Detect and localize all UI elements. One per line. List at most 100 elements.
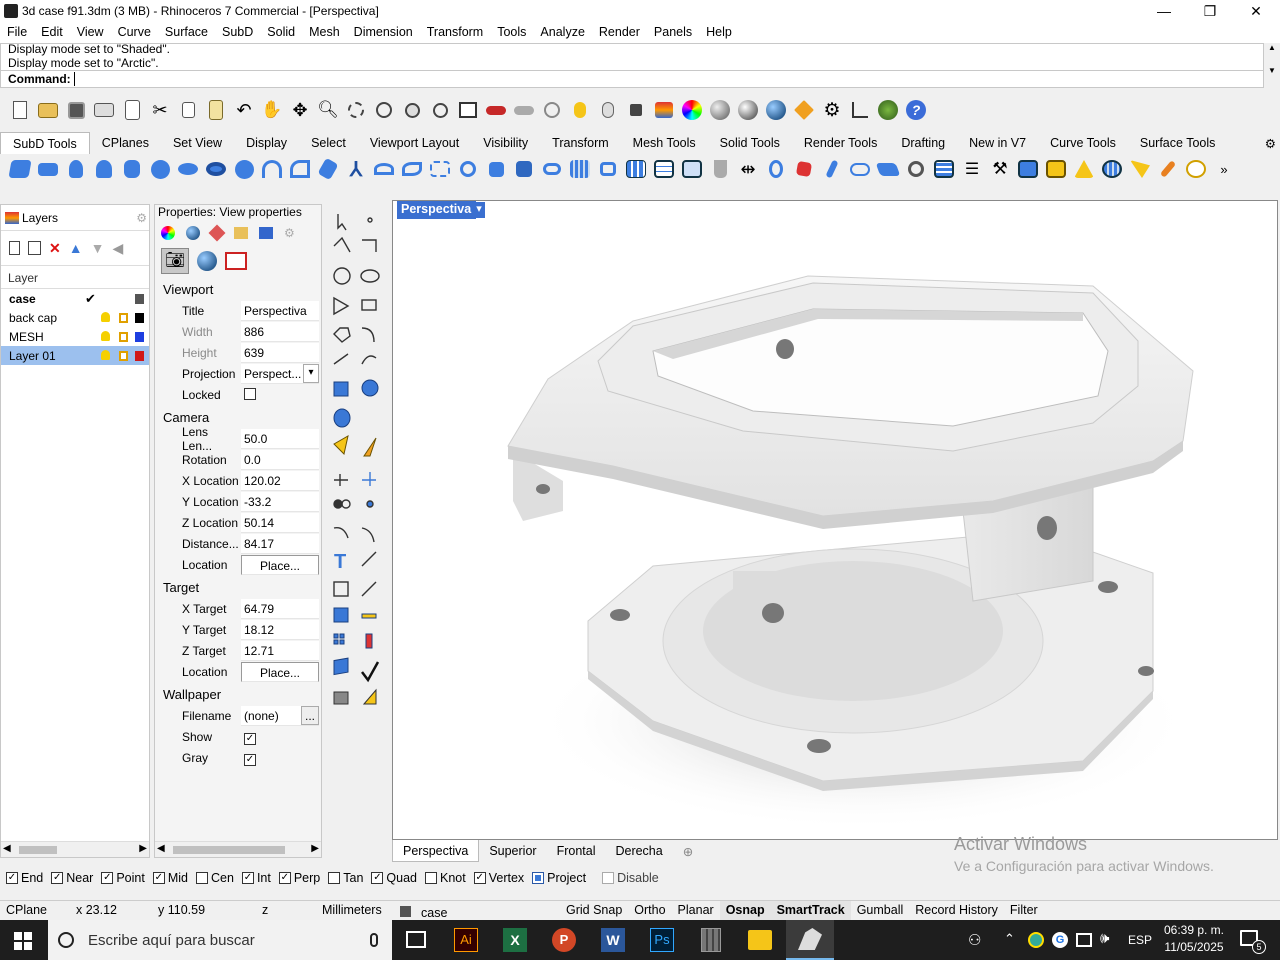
layer-color-swatch[interactable] <box>135 294 144 304</box>
open-folder-icon[interactable] <box>34 96 62 124</box>
menu-file[interactable]: File <box>0 23 34 43</box>
texture-tab-icon[interactable] <box>234 226 248 239</box>
vp-tab-frontal[interactable]: Frontal <box>547 840 606 862</box>
scroll-right-icon[interactable]: ▶ <box>311 843 319 854</box>
z-location-field[interactable]: 50.14 <box>241 512 319 533</box>
layer-unlocked-icon[interactable] <box>119 351 128 361</box>
subd-cylinder-flat-icon[interactable] <box>34 155 62 183</box>
toolbar-overflow-icon[interactable]: » <box>1210 155 1238 183</box>
viewport-title-field[interactable]: Perspectiva <box>241 300 319 321</box>
show-checkbox[interactable]: ✓ <box>244 732 256 745</box>
menu-curve[interactable]: Curve <box>111 23 158 43</box>
osnap-near[interactable]: ✓ Near <box>51 871 93 885</box>
layer-unlocked-icon[interactable] <box>119 313 128 323</box>
menu-render[interactable]: Render <box>592 23 647 43</box>
subd-crease-icon[interactable] <box>678 155 706 183</box>
subd-pen-icon[interactable] <box>818 155 846 183</box>
current-layer[interactable]: case <box>394 901 560 920</box>
viewport-height-field[interactable]: 639 <box>241 342 319 363</box>
network-icon[interactable] <box>1076 933 1092 947</box>
osnap-disable-checkbox[interactable] <box>602 872 615 884</box>
undo-icon[interactable]: ↶ <box>230 96 258 124</box>
tab-mesh-tools[interactable]: Mesh Tools <box>621 132 708 154</box>
lock-icon[interactable] <box>622 96 650 124</box>
record-history-toggle[interactable]: Record History <box>909 901 1004 920</box>
subd-sphere-icon[interactable] <box>146 155 174 183</box>
cplane-label[interactable]: CPlane <box>0 901 70 920</box>
camera-place-button[interactable]: Place... <box>241 554 319 575</box>
excel-icon[interactable]: X <box>503 928 527 952</box>
subd-cone-icon[interactable] <box>62 155 90 183</box>
undo-view-icon[interactable] <box>426 96 454 124</box>
osnap-toggle[interactable]: Osnap <box>719 901 771 920</box>
subd-convert-icon[interactable] <box>1014 155 1042 183</box>
gumball-toggle[interactable]: Gumball <box>851 901 910 920</box>
subd-torus-icon[interactable] <box>202 155 230 183</box>
subd-reflect-icon[interactable] <box>762 155 790 183</box>
subd-globe-icon[interactable] <box>1098 155 1126 183</box>
viewport-frame-icon[interactable] <box>225 252 247 270</box>
osnap-cen[interactable]: Cen <box>196 871 234 885</box>
start-windows-icon[interactable] <box>14 932 32 950</box>
osnap-tan[interactable]: Tan <box>328 871 363 885</box>
projection-select[interactable]: Perspect... ▾ <box>241 363 319 384</box>
osnap-perp-checkbox[interactable]: ✓ <box>278 872 291 884</box>
menu-view[interactable]: View <box>70 23 111 43</box>
osnap-end[interactable]: ✓ End <box>6 871 43 885</box>
scroll-thumb[interactable] <box>173 846 285 854</box>
layer-visible-bulb-icon[interactable] <box>101 350 110 360</box>
props-horizontal-scrollbar[interactable]: ◀ ▶ <box>155 841 321 857</box>
distance-field[interactable]: 84.17 <box>241 533 319 554</box>
grasshopper-icon[interactable] <box>874 96 902 124</box>
add-viewport-tab-icon[interactable]: ⊕ <box>673 840 703 862</box>
color-wheel-icon[interactable] <box>678 96 706 124</box>
layer-icon[interactable] <box>650 96 678 124</box>
osnap-perp[interactable]: ✓ Perp <box>278 871 320 885</box>
new-file-icon[interactable] <box>6 96 34 124</box>
layer-row[interactable]: MESH <box>1 327 149 346</box>
layer-row[interactable]: case ✔ <box>1 289 149 308</box>
tab-display[interactable]: Display <box>234 132 299 154</box>
y-location-field[interactable]: -33.2 <box>241 491 319 512</box>
taskbar-search-box[interactable]: Escribe aquí para buscar <box>48 920 392 960</box>
render-sphere-icon[interactable] <box>734 96 762 124</box>
file-explorer-icon[interactable] <box>748 930 772 950</box>
rotation-field[interactable]: 0.0 <box>241 449 319 470</box>
tab-select[interactable]: Select <box>299 132 358 154</box>
chevron-down-icon[interactable]: ▾ <box>303 363 319 383</box>
gray-checkbox[interactable]: ✓ <box>244 753 256 766</box>
subd-bucket-icon[interactable] <box>706 155 734 183</box>
osnap-int[interactable]: ✓ Int <box>241 871 271 885</box>
current-layer-check-icon[interactable]: ✔ <box>85 291 96 307</box>
menu-tools[interactable]: Tools <box>490 23 533 43</box>
osnap-vertex[interactable]: ✓ Vertex <box>473 871 524 885</box>
scroll-left-icon[interactable]: ◀ <box>157 843 165 854</box>
subd-bend-icon[interactable] <box>258 155 286 183</box>
pan-hand-icon[interactable]: ✋ <box>258 96 286 124</box>
locked-checkbox[interactable] <box>244 387 256 400</box>
dimension-icon[interactable] <box>846 96 874 124</box>
osnap-point-checkbox[interactable]: ✓ <box>101 872 114 884</box>
tab-subd-tools[interactable]: SubD Tools <box>0 132 90 154</box>
move-layer-down-icon[interactable]: ▼ <box>91 240 105 256</box>
volume-icon[interactable]: 🕪︎ <box>1100 930 1109 947</box>
osnap-end-checkbox[interactable]: ✓ <box>6 872 18 884</box>
command-line[interactable]: Command: <box>0 70 1264 88</box>
analyze-icon[interactable] <box>790 96 818 124</box>
command-scrollbar[interactable]: ▲ ▼ <box>1264 43 1280 89</box>
browse-button[interactable]: ... <box>301 705 319 725</box>
grid-snap-toggle[interactable]: Grid Snap <box>560 901 628 920</box>
paste-icon[interactable] <box>202 96 230 124</box>
tab-render-tools[interactable]: Render Tools <box>792 132 889 154</box>
menu-mesh[interactable]: Mesh <box>302 23 347 43</box>
subd-tools-icon[interactable]: ⚒ <box>986 155 1014 183</box>
subd-pyramid-icon[interactable] <box>90 155 118 183</box>
scroll-down-icon[interactable]: ▼ <box>1264 66 1280 75</box>
rhino-taskbar-button[interactable] <box>786 920 834 960</box>
tab-surface-tools[interactable]: Surface Tools <box>1128 132 1228 154</box>
viewport-perspectiva[interactable]: Perspectiva ▾ <box>392 200 1278 840</box>
layers-panel-title[interactable]: Layers <box>22 211 58 225</box>
powerpoint-icon[interactable]: P <box>552 928 576 952</box>
osnap-near-checkbox[interactable]: ✓ <box>51 872 64 884</box>
filename-field[interactable]: (none)... <box>241 705 319 726</box>
